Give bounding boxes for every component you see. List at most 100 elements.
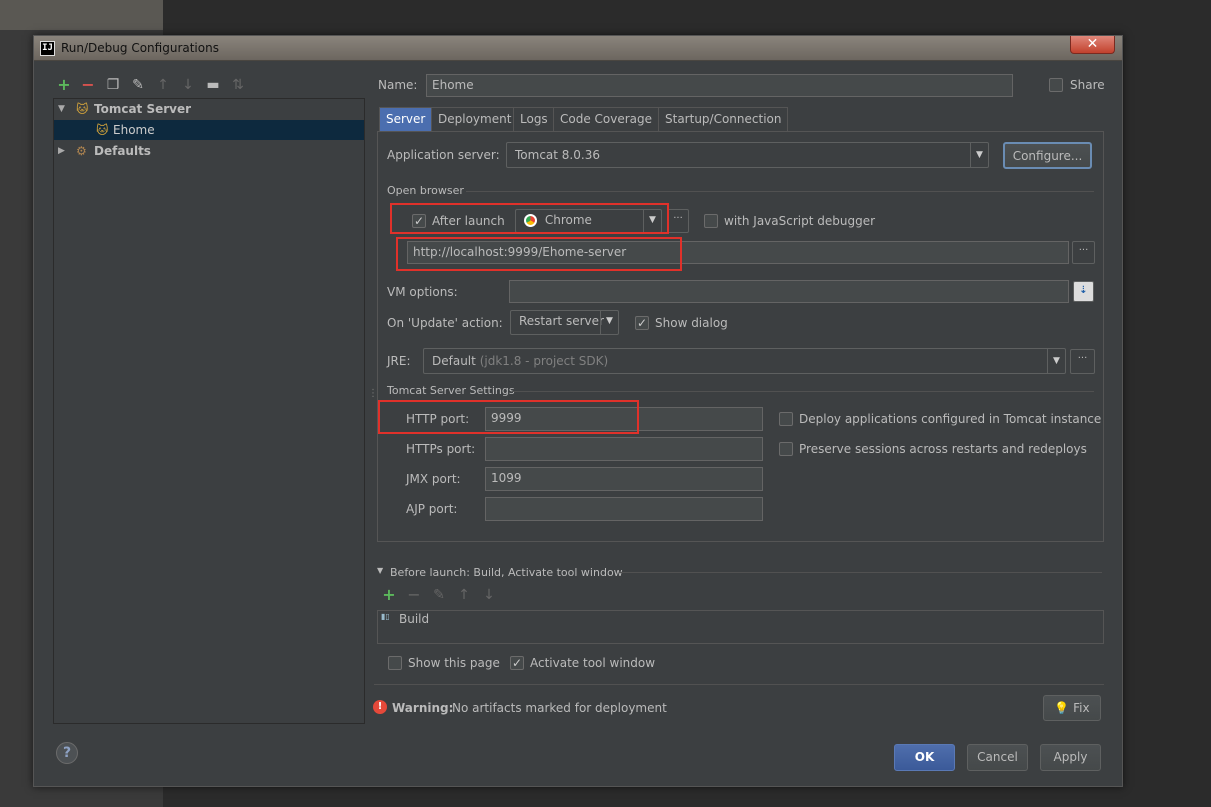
- jre-hint: (jdk1.8 - project SDK): [479, 354, 609, 368]
- show-page-label: Show this page: [408, 656, 500, 670]
- activate-tool-label: Activate tool window: [530, 656, 656, 670]
- https-port-label: HTTPs port:: [406, 442, 476, 456]
- help-icon[interactable]: ?: [56, 742, 78, 764]
- collapse-triangle-icon[interactable]: ▼: [377, 566, 383, 575]
- name-field[interactable]: Ehome: [426, 74, 1013, 97]
- chevron-down-icon: ▼: [600, 311, 618, 334]
- preserve-sessions-checkbox[interactable]: [779, 442, 793, 456]
- app-server-label: Application server:: [387, 148, 500, 162]
- vm-options-field[interactable]: [509, 280, 1069, 303]
- remove-task-icon[interactable]: −: [406, 587, 422, 603]
- sort-icon[interactable]: ⇅: [230, 77, 246, 93]
- lightbulb-icon: 💡: [1054, 701, 1070, 715]
- tomcat-settings-label: Tomcat Server Settings: [387, 384, 515, 397]
- tree-label-defaults: Defaults: [94, 144, 151, 158]
- jre-select[interactable]: Default (jdk1.8 - project SDK) ▼: [423, 348, 1066, 374]
- collapse-triangle-icon[interactable]: ▶: [58, 141, 65, 161]
- show-dialog-checkbox[interactable]: ✓: [635, 316, 649, 330]
- add-icon[interactable]: +: [56, 77, 72, 93]
- warning-label: Warning:: [392, 701, 454, 715]
- edit-task-icon[interactable]: ✎: [431, 587, 447, 603]
- on-update-select[interactable]: Restart server ▼: [510, 310, 619, 335]
- move-up-icon[interactable]: ↑: [456, 587, 472, 603]
- activate-tool-checkbox[interactable]: ✓: [510, 656, 524, 670]
- wrench-icon[interactable]: ✎: [130, 77, 146, 93]
- defaults-wrench-icon: ⚙: [76, 144, 87, 158]
- up-arrow-icon[interactable]: ↑: [155, 77, 171, 93]
- tree-label-tomcat-server: Tomcat Server: [94, 102, 192, 116]
- tab-startup-connection[interactable]: Startup/Connection: [658, 107, 789, 131]
- on-update-value: Restart server: [519, 314, 604, 328]
- before-launch-list: ▮▯ Build: [377, 610, 1104, 644]
- share-label: Share: [1070, 78, 1105, 92]
- browser-more-button[interactable]: ···: [667, 209, 689, 233]
- warning-text: No artifacts marked for deployment: [452, 701, 667, 715]
- title-bar[interactable]: IJ Run/Debug Configurations ✕: [34, 36, 1122, 61]
- show-dialog-label: Show dialog: [655, 316, 728, 330]
- intellij-icon: IJ: [40, 41, 55, 56]
- show-page-checkbox[interactable]: [388, 656, 402, 670]
- tree-item-defaults[interactable]: ▶ ⚙ Defaults: [54, 141, 364, 161]
- tab-server[interactable]: Server: [379, 107, 433, 131]
- cancel-button[interactable]: Cancel: [967, 744, 1028, 771]
- expand-icon[interactable]: ⇣: [1073, 281, 1094, 302]
- name-label: Name:: [378, 78, 418, 92]
- tab-code-coverage[interactable]: Code Coverage: [553, 107, 660, 131]
- open-browser-label: Open browser: [387, 184, 464, 197]
- close-button[interactable]: ✕: [1070, 36, 1115, 54]
- app-server-select[interactable]: Tomcat 8.0.36 ▼: [506, 142, 989, 168]
- highlight-box-http-port: [378, 400, 639, 434]
- ok-button[interactable]: OK: [894, 744, 955, 771]
- remove-icon[interactable]: −: [80, 77, 96, 93]
- tree-item-tomcat-server[interactable]: ▼ 🐱 Tomcat Server: [54, 99, 364, 119]
- move-down-icon[interactable]: ↓: [481, 587, 497, 603]
- js-debugger-checkbox[interactable]: [704, 214, 718, 228]
- on-update-label: On 'Update' action:: [387, 316, 503, 330]
- configuration-tree: ▼ 🐱 Tomcat Server 🐱 Ehome ▶ ⚙ Defaults: [53, 98, 365, 724]
- chevron-down-icon: ▼: [970, 143, 988, 167]
- before-launch-separator: [619, 572, 1102, 573]
- https-port-field[interactable]: [485, 437, 763, 461]
- run-debug-dialog: IJ Run/Debug Configurations ✕ + − ❐ ✎ ↑ …: [33, 35, 1123, 787]
- tomcat-settings-separator: [512, 391, 1094, 392]
- configure-button[interactable]: Configure...: [1003, 142, 1092, 169]
- app-server-value: Tomcat 8.0.36: [515, 148, 600, 162]
- folder-icon[interactable]: ▬: [205, 77, 221, 93]
- jmx-port-label: JMX port:: [406, 472, 461, 486]
- error-icon: !: [373, 700, 387, 714]
- build-icon: ▮▯: [381, 612, 390, 621]
- highlight-box-after-launch: [390, 203, 669, 234]
- chevron-down-icon: ▼: [1047, 349, 1065, 373]
- share-checkbox[interactable]: [1049, 78, 1063, 92]
- jre-label: JRE:: [387, 354, 411, 368]
- tomcat-icon: 🐱: [76, 102, 89, 116]
- preserve-sessions-label: Preserve sessions across restarts and re…: [799, 442, 1087, 456]
- vm-options-label: VM options:: [387, 285, 458, 299]
- warning-separator: [374, 684, 1104, 685]
- deploy-configured-checkbox[interactable]: [779, 412, 793, 426]
- jre-more-button[interactable]: ···: [1070, 349, 1095, 374]
- ajp-port-label: AJP port:: [406, 502, 458, 516]
- tree-item-ehome[interactable]: 🐱 Ehome: [54, 120, 364, 140]
- add-task-icon[interactable]: +: [381, 587, 397, 603]
- fix-button[interactable]: 💡 Fix: [1043, 695, 1101, 721]
- tab-logs[interactable]: Logs: [513, 107, 555, 131]
- build-task-label: Build: [399, 612, 430, 626]
- copy-icon[interactable]: ❐: [105, 77, 121, 93]
- background-left-top: [0, 0, 163, 30]
- fix-label: Fix: [1073, 701, 1090, 715]
- apply-button[interactable]: Apply: [1040, 744, 1101, 771]
- highlight-box-url: [396, 237, 682, 271]
- tomcat-icon: 🐱: [96, 123, 109, 137]
- js-debugger-label: with JavaScript debugger: [724, 214, 876, 228]
- list-item[interactable]: ▮▯ Build: [378, 611, 1103, 629]
- down-arrow-icon[interactable]: ↓: [180, 77, 196, 93]
- before-launch-label[interactable]: Before launch: Build, Activate tool wind…: [390, 566, 623, 579]
- tab-deployment[interactable]: Deployment: [431, 107, 519, 131]
- jre-value: Default: [432, 354, 476, 368]
- expand-triangle-icon[interactable]: ▼: [58, 99, 65, 119]
- url-more-button[interactable]: ···: [1072, 241, 1095, 264]
- ajp-port-field[interactable]: [485, 497, 763, 521]
- jmx-port-field[interactable]: 1099: [485, 467, 763, 491]
- deploy-configured-label: Deploy applications configured in Tomcat…: [799, 412, 1102, 426]
